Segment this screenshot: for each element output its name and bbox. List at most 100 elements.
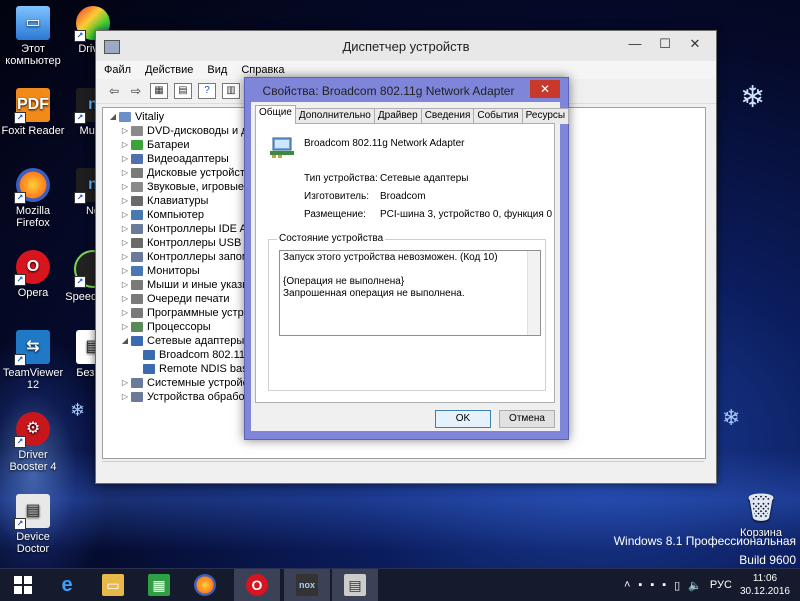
device-status-textbox[interactable]: Запуск этого устройства невозможен. (Код… [279, 250, 541, 336]
tree-view-icon[interactable]: ▤ [174, 83, 192, 99]
start-button[interactable] [0, 569, 46, 601]
desktop-icon-foxit[interactable]: PDF ↗ Foxit Reader [0, 88, 66, 137]
tree-item-label: Программные устро [147, 307, 250, 319]
expand-arrow-icon[interactable]: ▷ [119, 166, 131, 180]
tree-category-item[interactable]: ▷ Компьютер [107, 208, 260, 222]
tree-category-item[interactable]: ▷ Контроллеры IDE ATA [107, 222, 260, 236]
forward-arrow-icon[interactable]: ⇨ [128, 84, 144, 98]
menu-file[interactable]: Файл [104, 64, 131, 76]
menu-help[interactable]: Справка [241, 64, 284, 76]
tree-category-item[interactable]: ▷ Мониторы [107, 264, 260, 278]
status-line: Запрошенная операция не выполнена. [283, 288, 465, 299]
expand-arrow-icon[interactable]: ▷ [119, 124, 131, 138]
back-arrow-icon[interactable]: ⇦ [106, 84, 122, 98]
taskbar-nox[interactable]: nox [284, 569, 330, 601]
device-manager-titlebar[interactable]: Диспетчер устройств — ☐ ✕ [96, 31, 716, 61]
language-indicator[interactable]: РУС [710, 579, 732, 591]
expand-arrow-icon[interactable]: ▷ [119, 152, 131, 166]
clock[interactable]: 11:06 30.12.2016 [740, 572, 790, 598]
collapse-arrow-icon[interactable]: ◢ [107, 110, 119, 124]
tree-category-item[interactable]: ▷ Системные устройст [107, 376, 260, 390]
tree-category-item[interactable]: ▷ Клавиатуры [107, 194, 260, 208]
minimize-button[interactable]: — [620, 35, 650, 53]
foxit-pdf-icon: PDF ↗ [14, 88, 50, 124]
ok-button[interactable]: OK [435, 410, 491, 428]
tree-category-item[interactable]: ▷ Программные устро [107, 306, 260, 320]
status-scrollbar[interactable] [527, 251, 540, 335]
menu-action[interactable]: Действие [145, 64, 193, 76]
expand-arrow-icon[interactable]: ▷ [119, 306, 131, 320]
expand-arrow-icon[interactable]: ▷ [119, 390, 131, 404]
desktop-icon-this-pc[interactable]: ▭ Этот компьютер [0, 6, 66, 67]
tray-app-icon[interactable]: ▪ [662, 579, 666, 591]
properties-icon[interactable]: ▦ [150, 83, 168, 99]
tree-category-item[interactable]: ▷ Процессоры [107, 320, 260, 334]
taskbar-device-manager[interactable]: ▤ [332, 569, 378, 601]
tree-category-item[interactable]: ▷ Мыши и иные указы [107, 278, 260, 292]
details-icon[interactable]: ▥ [222, 83, 240, 99]
tree-category-item[interactable]: ▷ Дисковые устройства [107, 166, 260, 180]
tab-details[interactable]: Сведения [420, 108, 475, 124]
expand-arrow-icon[interactable]: ▷ [119, 264, 131, 278]
expand-arrow-icon[interactable]: ▷ [119, 180, 131, 194]
cancel-button[interactable]: Отмена [499, 410, 555, 428]
device-category-icon [131, 224, 143, 234]
expand-arrow-icon[interactable]: ▷ [119, 236, 131, 250]
tray-app-icon[interactable]: ▪ [650, 579, 654, 591]
expand-arrow-icon[interactable]: ▷ [119, 208, 131, 222]
desktop-icon-teamviewer[interactable]: ⇆ ↗ TeamViewer 12 [0, 330, 66, 391]
tree-device-item[interactable]: Remote NDIS based [107, 362, 260, 376]
network-icon[interactable]: ▯ [674, 579, 680, 592]
help-icon[interactable]: ? [198, 83, 216, 99]
desktop-icon-firefox[interactable]: ↗ Mozilla Firefox [0, 168, 66, 229]
driver-booster-icon: ⚙ ↗ [14, 412, 50, 448]
tree-category-item[interactable]: ◢ Сетевые адаптеры [107, 334, 260, 348]
taskbar-store[interactable]: ▦ [136, 569, 182, 601]
tree-category-item[interactable]: ▷ DVD-дисководы и дис [107, 124, 260, 138]
expand-arrow-icon[interactable]: ▷ [119, 320, 131, 334]
expand-arrow-icon[interactable]: ▷ [119, 292, 131, 306]
desktop-icon-driverbooster[interactable]: ⚙ ↗ Driver Booster 4 [0, 412, 66, 473]
taskbar-opera[interactable]: O [234, 569, 280, 601]
tab-driver[interactable]: Драйвер [373, 108, 422, 124]
tray-expand-icon[interactable]: ˄ [624, 579, 630, 591]
tray-app-icon[interactable]: ▪ [638, 579, 642, 591]
device-category-icon [131, 182, 143, 192]
tree-category-item[interactable]: ▷ Устройства обработк [107, 390, 260, 404]
maximize-button[interactable]: ☐ [650, 35, 680, 53]
tree-root[interactable]: ◢ Vitaliy [107, 110, 260, 124]
expand-arrow-icon[interactable]: ▷ [119, 194, 131, 208]
tab-general[interactable]: Общие [255, 105, 296, 124]
tab-events[interactable]: События [473, 108, 523, 124]
desktop-icon-devicedoctor[interactable]: ▤ ↗ Device Doctor [0, 494, 66, 555]
desktop-icon-opera[interactable]: O ↗ Opera [0, 250, 66, 299]
expand-arrow-icon[interactable]: ▷ [119, 278, 131, 292]
expand-arrow-icon[interactable]: ▷ [119, 138, 131, 152]
tree-category-item[interactable]: ▷ Звуковые, игровые и [107, 180, 260, 194]
tab-resources[interactable]: Ресурсы [521, 108, 570, 124]
taskbar-firefox[interactable] [182, 569, 228, 601]
tree-item-label: Мониторы [147, 265, 200, 277]
expand-arrow-icon[interactable]: ▷ [119, 250, 131, 264]
tree-category-item[interactable]: ▷ Очереди печати [107, 292, 260, 306]
expand-arrow-icon[interactable]: ▷ [119, 222, 131, 236]
tab-advanced[interactable]: Дополнительно [294, 108, 375, 124]
close-button[interactable]: ✕ [680, 35, 710, 53]
tree-category-item[interactable]: ▷ Контроллеры запомi [107, 250, 260, 264]
tree-device-item[interactable]: Broadcom 802.11g [107, 348, 260, 362]
tree-category-item[interactable]: ▷ Видеоадаптеры [107, 152, 260, 166]
taskbar-explorer[interactable]: ▭ [90, 569, 136, 601]
nox-icon: nox [296, 574, 318, 596]
expand-arrow-icon[interactable]: ▷ [119, 376, 131, 390]
dialog-close-button[interactable]: ✕ [530, 80, 560, 98]
volume-icon[interactable]: 🔈 [688, 579, 702, 592]
tree-item-label: Дисковые устройства [147, 167, 257, 179]
taskbar-ie[interactable]: e [44, 569, 90, 601]
collapse-arrow-icon[interactable]: ◢ [119, 334, 131, 348]
tree-category-item[interactable]: ▷ Батареи [107, 138, 260, 152]
menu-view[interactable]: Вид [207, 64, 227, 76]
dialog-title: Свойства: Broadcom 802.11g Network Adapt… [262, 84, 515, 98]
desktop-icon-recycle-bin[interactable]: 🗑 Корзина [728, 490, 794, 539]
tree-category-item[interactable]: ▷ Контроллеры USB [107, 236, 260, 250]
desktop-icon-label: Mozilla Firefox [15, 205, 51, 229]
